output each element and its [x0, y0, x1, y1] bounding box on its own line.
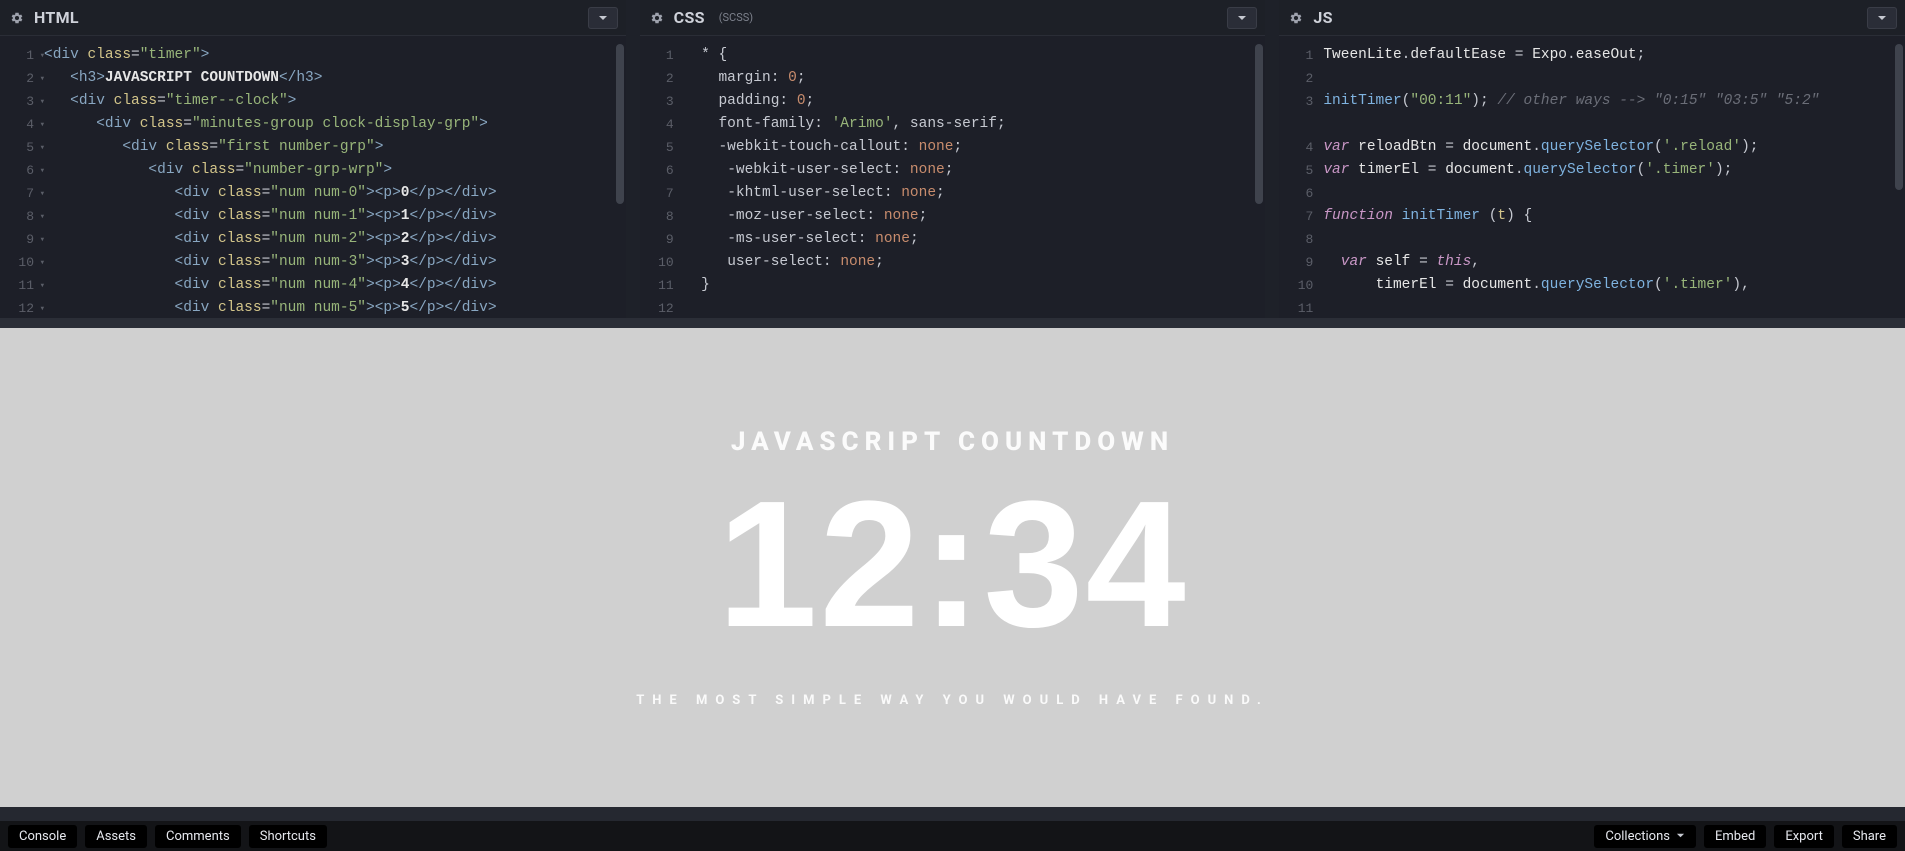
css-code-area[interactable]: 123456789101112 * { margin: 0; padding: …	[640, 36, 1266, 318]
css-editor-menu-button[interactable]	[1227, 7, 1257, 29]
gear-icon[interactable]	[650, 11, 664, 25]
bottom-bar: Console Assets Comments Shortcuts Collectio…	[0, 807, 1905, 851]
editor-row: HTML 123456789101112 <div class="timer">…	[0, 0, 1905, 318]
html-editor-menu-button[interactable]	[588, 7, 618, 29]
shortcuts-button[interactable]: Shortcuts	[249, 825, 327, 848]
js-editor-header: JS	[1279, 0, 1905, 36]
bottom-bar-left: Console Assets Comments Shortcuts	[8, 825, 327, 848]
html-editor-header: HTML	[0, 0, 626, 36]
gear-icon[interactable]	[1289, 11, 1303, 25]
preview-clock: 12:34	[717, 475, 1187, 655]
chevron-down-icon	[598, 13, 608, 23]
css-editor-title: CSS	[674, 8, 705, 27]
share-button[interactable]: Share	[1842, 825, 1897, 848]
scrollbar[interactable]	[1895, 44, 1903, 310]
css-editor-subtitle: (SCSS)	[719, 11, 753, 24]
code-content: TweenLite.defaultEase = Expo.easeOut;ini…	[1323, 44, 1905, 318]
line-number-gutter: 123456789101112	[640, 44, 684, 318]
chevron-down-icon	[1676, 829, 1685, 844]
js-editor: JS 1234567891011 TweenLite.defaultEase =…	[1279, 0, 1905, 318]
code-content: <div class="timer"> <h3>JAVASCRIPT COUNT…	[44, 44, 626, 318]
line-number-gutter: 1234567891011	[1279, 44, 1323, 318]
html-editor: HTML 123456789101112 <div class="timer">…	[0, 0, 626, 318]
css-editor: CSS (SCSS) 123456789101112 * { margin: 0…	[640, 0, 1266, 318]
chevron-down-icon	[1237, 13, 1247, 23]
js-editor-menu-button[interactable]	[1867, 7, 1897, 29]
scrollbar[interactable]	[616, 44, 624, 310]
code-content: * { margin: 0; padding: 0; font-family: …	[684, 44, 1266, 318]
console-button[interactable]: Console	[8, 825, 77, 848]
scrollbar[interactable]	[1255, 44, 1263, 310]
js-editor-title: JS	[1313, 8, 1332, 27]
gear-icon[interactable]	[10, 11, 24, 25]
embed-button[interactable]: Embed	[1704, 825, 1766, 848]
collections-button[interactable]: Collections	[1594, 825, 1696, 848]
bottom-bar-right: Collections Embed Export Share	[1594, 825, 1897, 848]
html-editor-title: HTML	[34, 8, 79, 27]
line-number-gutter: 123456789101112	[0, 44, 44, 318]
result-preview: JAVASCRIPT COUNTDOWN 12:34 THE MOST SIMP…	[0, 318, 1905, 807]
chevron-down-icon	[1877, 13, 1887, 23]
js-code-area[interactable]: 1234567891011 TweenLite.defaultEase = Ex…	[1279, 36, 1905, 318]
assets-button[interactable]: Assets	[85, 825, 147, 848]
comments-button[interactable]: Comments	[155, 825, 241, 848]
export-button[interactable]: Export	[1774, 825, 1834, 848]
preview-subtitle: THE MOST SIMPLE WAY YOU WOULD HAVE FOUND…	[636, 693, 1269, 708]
css-editor-header: CSS (SCSS)	[640, 0, 1266, 36]
html-code-area[interactable]: 123456789101112 <div class="timer"> <h3>…	[0, 36, 626, 318]
preview-heading: JAVASCRIPT COUNTDOWN	[731, 427, 1174, 457]
